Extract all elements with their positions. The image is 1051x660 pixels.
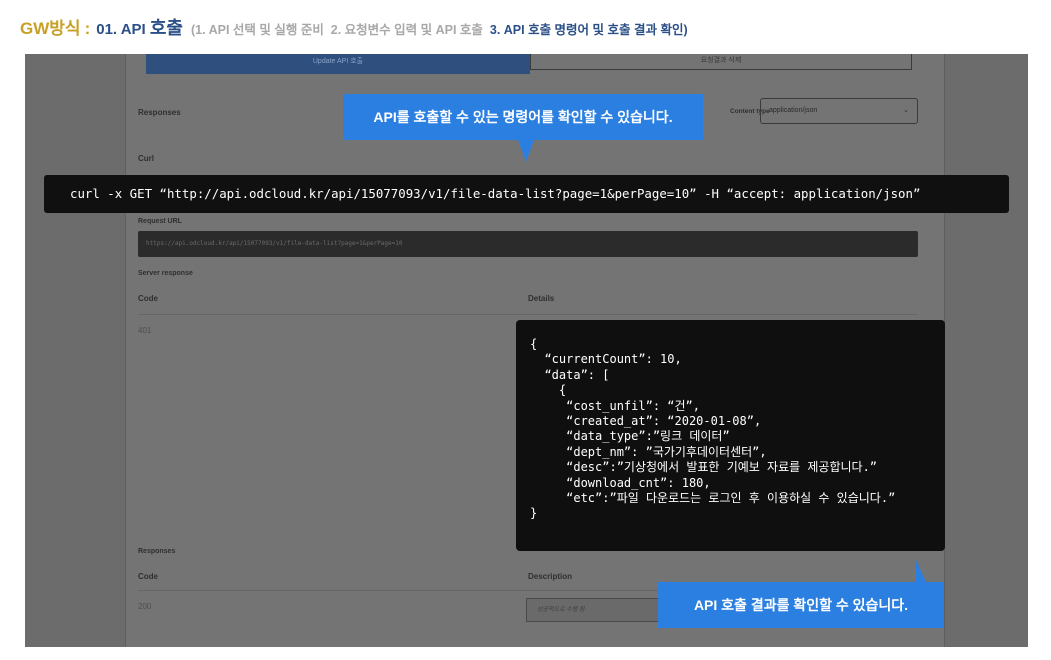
json-line: “dept_nm”: ”국가기후데이터센터”, [530,444,767,459]
json-response-box: { “currentCount”: 10, “data”: [ { “cost_… [516,320,945,551]
json-line: “created_at”: “2020-01-08”, [530,413,762,428]
breadcrumb-close: ) [683,23,688,37]
content-type-value: application/json [769,107,818,114]
server-response-label: Server response [138,270,193,277]
clear-button[interactable]: 요청결과 삭제 [530,54,912,70]
execute-button[interactable]: Update API 호출 [146,54,530,74]
json-line: “data_type”:”링크 데이터” [530,429,730,444]
json-line: { [530,337,538,351]
json-line: “cost_unfil”: “건”, [530,398,700,413]
request-url-box: https://api.odcloud.kr/api/15077093/v1/f… [138,231,918,257]
code-column-header-2: Code [138,572,158,581]
response-code-200: 200 [138,602,152,611]
step-number: 01. API [96,21,146,38]
step-breadcrumb: (1. API 선택 및 실행 준비 2. 요청변수 입력 및 API 호출 3… [191,19,688,38]
curl-command: curl -x GET “http://api.odcloud.kr/api/1… [44,175,1009,213]
description-column-header: Description [528,572,573,581]
json-line: “etc”:”파일 다운로드는 로그인 후 이용하실 수 있습니다.” [530,490,896,505]
page-header: GW방식 : 01. API 호출 (1. API 선택 및 실행 준비 2. … [20,14,688,40]
curl-label: Curl [138,154,154,163]
step-title: 01. API 호출 [96,14,183,40]
content-type-select[interactable]: application/json ⌄ [760,98,918,124]
details-column-header: Details [528,294,555,303]
json-line: “data”: [ [530,367,610,382]
brand-label: GW방식 [20,19,81,38]
json-line: } [530,506,538,521]
json-line: “download_cnt”: 180, [530,475,711,490]
tooltip-command: API를 호출할 수 있는 명령어를 확인할 수 있습니다. [343,94,703,162]
response-code-401: 401 [138,326,152,335]
header-colon: : [84,19,91,38]
step-word: 호출 [149,18,183,38]
responses-label-2: Responses [138,548,176,555]
code-column-header: Code [138,294,158,303]
success-description: 성공적으로 수행 됨 [526,598,666,622]
breadcrumb-step-1: (1. API 선택 및 실행 준비 [191,23,324,37]
request-url-label: Request URL [138,218,182,225]
json-line: { [530,383,567,398]
json-line: “desc”:”기상청에서 발표한 기예보 자료를 제공합니다.” [530,460,878,475]
breadcrumb-step-2: 2. 요청변수 입력 및 API 호출 [330,23,483,37]
divider [138,314,918,315]
breadcrumb-step-3: 3. API 호출 명령어 및 호출 결과 확인 [489,23,684,37]
json-line: “currentCount”: 10, [530,352,682,367]
responses-label: Responses [138,108,181,117]
chevron-down-icon: ⌄ [903,107,909,114]
tooltip-result: API 호출 결과를 확인할 수 있습니다. [658,560,944,628]
